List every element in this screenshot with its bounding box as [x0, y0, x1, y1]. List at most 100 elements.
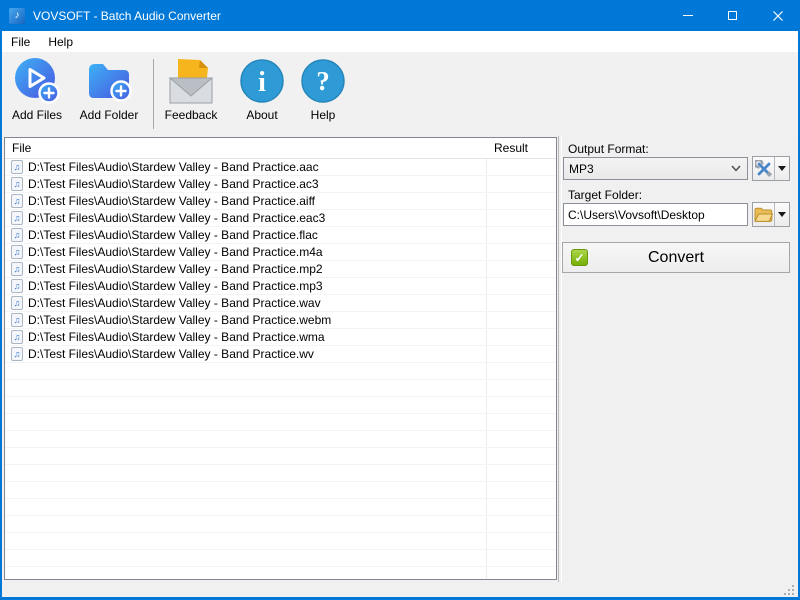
file-path: D:\Test Files\Audio\Stardew Valley - Ban… [28, 194, 315, 208]
close-button[interactable] [755, 0, 800, 31]
output-format-select[interactable]: MP3 [563, 157, 748, 180]
window-title: VOVSOFT - Batch Audio Converter [33, 9, 221, 23]
options-panel: Output Format: MP3 Target Folder: [562, 136, 797, 582]
close-icon [773, 11, 783, 21]
empty-row [5, 499, 556, 516]
resize-grip[interactable] [783, 584, 795, 596]
table-row[interactable]: ♫ D:\Test Files\Audio\Stardew Valley - Ba… [5, 193, 556, 210]
convert-button[interactable]: ✓ Convert [562, 242, 790, 273]
empty-row [5, 465, 556, 482]
empty-row [5, 414, 556, 431]
about-label: About [246, 108, 277, 122]
music-note-file-icon: ♫ [11, 177, 23, 191]
file-path: D:\Test Files\Audio\Stardew Valley - Ban… [28, 245, 323, 259]
music-note-file-icon: ♫ [11, 160, 23, 174]
svg-text:i: i [258, 67, 266, 98]
music-note-file-icon: ♫ [11, 245, 23, 259]
table-row[interactable]: ♫ D:\Test Files\Audio\Stardew Valley - Ba… [5, 278, 556, 295]
music-note-file-icon: ♫ [11, 279, 23, 293]
target-folder-label: Target Folder: [568, 188, 642, 202]
chevron-down-icon [731, 165, 741, 172]
file-path: D:\Test Files\Audio\Stardew Valley - Ban… [28, 330, 325, 344]
add-files-icon [13, 57, 61, 105]
app-icon: ♪ [9, 8, 25, 24]
empty-row [5, 567, 556, 580]
file-path: D:\Test Files\Audio\Stardew Valley - Ban… [28, 262, 323, 276]
about-button[interactable]: i About [234, 57, 290, 122]
table-row[interactable]: ♫ D:\Test Files\Audio\Stardew Valley - Ba… [5, 176, 556, 193]
statusbar [2, 582, 798, 597]
toolbar: Add Files Add Folder [2, 52, 798, 136]
table-row[interactable]: ♫ D:\Test Files\Audio\Stardew Valley - Ba… [5, 210, 556, 227]
empty-row [5, 448, 556, 465]
maximize-button[interactable] [710, 0, 755, 31]
table-row[interactable]: ♫ D:\Test Files\Audio\Stardew Valley - Ba… [5, 261, 556, 278]
add-files-button[interactable]: Add Files [8, 57, 66, 122]
menu-help[interactable]: Help [39, 33, 82, 51]
file-path: D:\Test Files\Audio\Stardew Valley - Ban… [28, 279, 323, 293]
help-label: Help [311, 108, 336, 122]
convert-check-icon: ✓ [571, 249, 588, 266]
app-window: ♪ VOVSOFT - Batch Audio Converter File H… [0, 0, 800, 600]
music-note-file-icon: ♫ [11, 296, 23, 310]
about-info-icon: i [239, 57, 285, 105]
file-list-header: File Result [5, 138, 556, 159]
table-row[interactable]: ♫ D:\Test Files\Audio\Stardew Valley - Ba… [5, 159, 556, 176]
window-border-left [0, 31, 2, 600]
browse-folder-button[interactable] [752, 202, 790, 227]
add-files-label: Add Files [12, 108, 62, 122]
music-note-file-icon: ♫ [11, 330, 23, 344]
table-row[interactable]: ♫ D:\Test Files\Audio\Stardew Valley - Ba… [5, 227, 556, 244]
tools-icon [755, 160, 773, 178]
table-row[interactable]: ♫ D:\Test Files\Audio\Stardew Valley - Ba… [5, 329, 556, 346]
column-header-file[interactable]: File [12, 141, 31, 155]
file-path: D:\Test Files\Audio\Stardew Valley - Ban… [28, 347, 314, 361]
empty-row [5, 550, 556, 567]
file-path: D:\Test Files\Audio\Stardew Valley - Ban… [28, 228, 318, 242]
column-header-result[interactable]: Result [494, 141, 528, 155]
table-row[interactable]: ♫ D:\Test Files\Audio\Stardew Valley - Ba… [5, 346, 556, 363]
output-format-label: Output Format: [568, 142, 649, 156]
add-folder-label: Add Folder [80, 108, 139, 122]
target-folder-input[interactable] [563, 203, 748, 226]
music-note-file-icon: ♫ [11, 194, 23, 208]
empty-row [5, 482, 556, 499]
music-note-file-icon: ♫ [11, 313, 23, 327]
minimize-button[interactable] [665, 0, 710, 31]
add-folder-icon [85, 57, 133, 105]
table-row[interactable]: ♫ D:\Test Files\Audio\Stardew Valley - Ba… [5, 312, 556, 329]
music-note-file-icon: ♫ [11, 262, 23, 276]
minimize-icon [683, 15, 693, 16]
browse-folder-dropdown-icon [778, 212, 786, 217]
file-path: D:\Test Files\Audio\Stardew Valley - Ban… [28, 211, 325, 225]
feedback-label: Feedback [165, 108, 218, 122]
titlebar[interactable]: ♪ VOVSOFT - Batch Audio Converter [0, 0, 800, 31]
empty-row [5, 363, 556, 380]
format-settings-dropdown-icon [778, 166, 786, 171]
empty-row [5, 431, 556, 448]
maximize-icon [728, 11, 737, 20]
format-settings-button[interactable] [752, 156, 790, 181]
help-button[interactable]: ? Help [296, 57, 350, 122]
file-path: D:\Test Files\Audio\Stardew Valley - Ban… [28, 313, 331, 327]
music-note-file-icon: ♫ [11, 211, 23, 225]
convert-label: Convert [588, 249, 764, 267]
music-note-file-icon: ♫ [11, 347, 23, 361]
feedback-button[interactable]: Feedback [161, 57, 221, 122]
empty-row [5, 397, 556, 414]
music-note-file-icon: ♫ [11, 228, 23, 242]
file-path: D:\Test Files\Audio\Stardew Valley - Ban… [28, 177, 319, 191]
empty-row [5, 516, 556, 533]
add-folder-button[interactable]: Add Folder [77, 57, 141, 122]
table-row[interactable]: ♫D:\Test Files\Audio\Stardew Valley - Ba… [5, 295, 556, 312]
output-format-value: MP3 [569, 162, 731, 176]
menubar: File Help [2, 31, 798, 52]
file-list-body: ♫ D:\Test Files\Audio\Stardew Valley - Ba… [5, 159, 556, 580]
file-path: D:\Test Files\Audio\Stardew Valley - Ban… [28, 160, 319, 174]
table-row[interactable]: ♫ D:\Test Files\Audio\Stardew Valley - Ba… [5, 244, 556, 261]
menu-file[interactable]: File [2, 33, 39, 51]
empty-row [5, 533, 556, 550]
empty-row [5, 380, 556, 397]
feedback-envelope-icon [165, 57, 217, 105]
help-question-icon: ? [300, 57, 346, 105]
